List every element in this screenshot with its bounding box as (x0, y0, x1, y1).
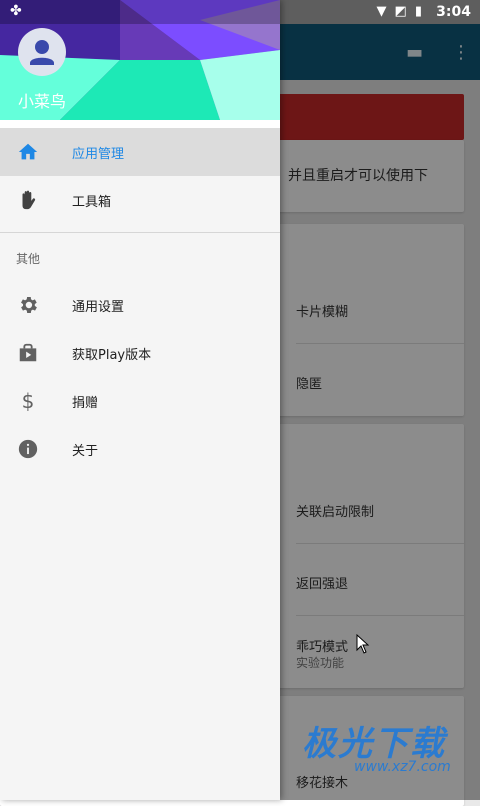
divider (0, 232, 280, 233)
battery-icon: ▮ (414, 4, 422, 19)
menu-item-general-settings[interactable]: 通用设置 (0, 281, 280, 329)
avatar[interactable] (18, 28, 66, 76)
menu-item-get-play-version[interactable]: 获取Play版本 (0, 329, 280, 377)
menu-item-label: 通用设置 (72, 300, 125, 315)
gear-icon (16, 293, 40, 317)
puzzle-icon: ✤ (10, 3, 22, 19)
dollar-icon: $ (21, 389, 35, 413)
status-bar: ✤ ▼ ◩ ▮ 3:04 (0, 0, 480, 24)
menu-item-toolbox[interactable]: 工具箱 (0, 176, 280, 224)
menu-item-label: 捐赠 (72, 396, 99, 411)
menu-item-label: 获取Play版本 (72, 348, 152, 363)
no-sim-icon: ◩ (394, 4, 407, 19)
navigation-drawer: 小菜鸟 应用管理 工具箱 其他 通用设置 获取Play版本 $ 捐赠 关于 (0, 0, 280, 800)
mouse-cursor-icon (356, 634, 370, 654)
menu-item-label: 关于 (72, 444, 99, 459)
info-icon (16, 437, 40, 461)
wifi-icon: ▼ (376, 4, 387, 19)
menu-item-label: 工具箱 (72, 195, 112, 210)
menu-item-donate[interactable]: $ 捐赠 (0, 377, 280, 425)
play-store-icon (16, 341, 40, 365)
watermark-logo: 极光下载 www.xz7.com (302, 716, 451, 775)
person-icon (30, 40, 54, 65)
status-time: 3:04 (436, 4, 471, 20)
menu-item-about[interactable]: 关于 (0, 425, 280, 473)
hand-icon (16, 188, 40, 212)
watermark-text: 极光下载 (302, 724, 446, 764)
menu-item-app-management[interactable]: 应用管理 (0, 128, 280, 176)
watermark-url: www.xz7.com (354, 759, 451, 775)
username: 小菜鸟 (18, 92, 67, 111)
section-header-other: 其他 (16, 252, 41, 266)
menu-item-label: 应用管理 (72, 147, 125, 162)
home-icon (16, 140, 40, 164)
